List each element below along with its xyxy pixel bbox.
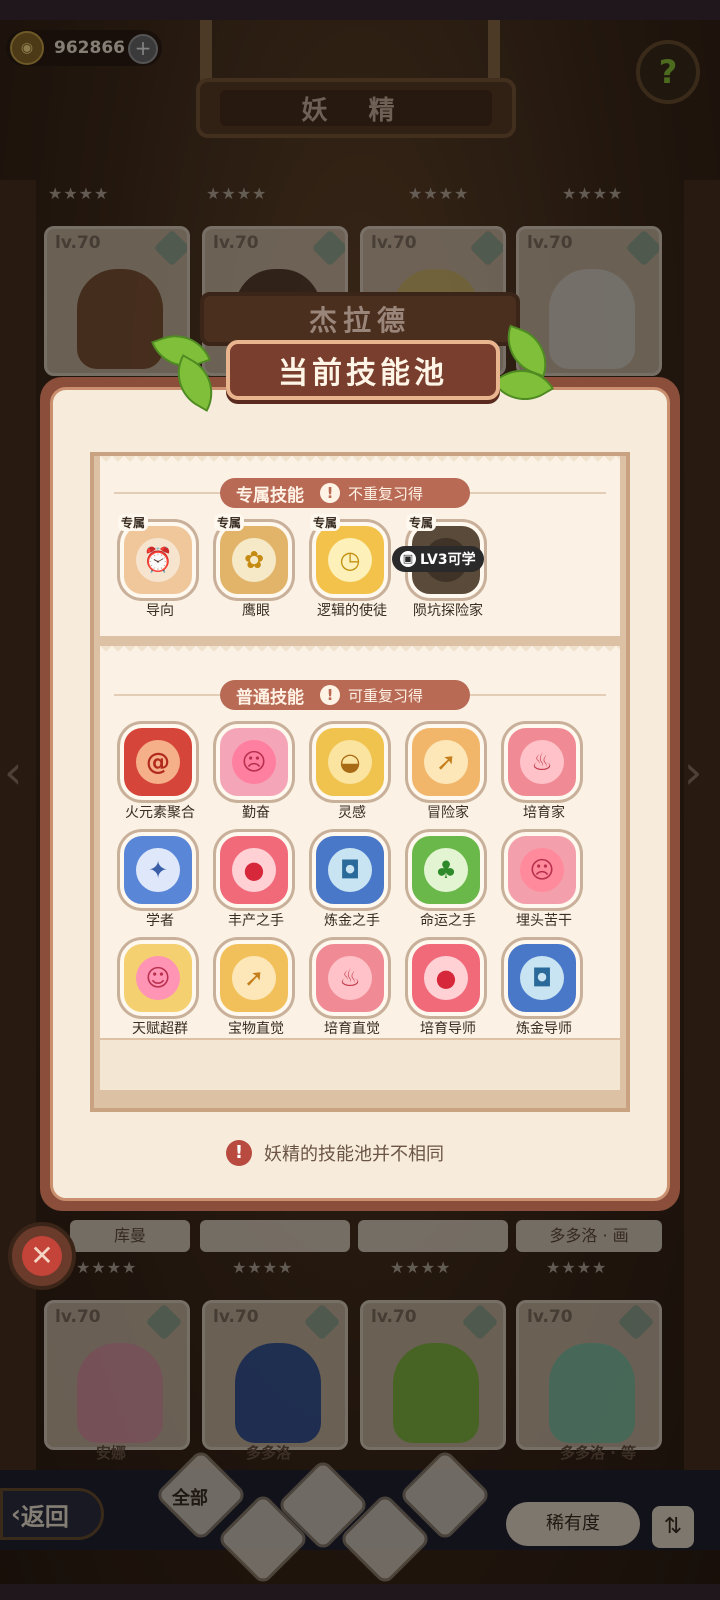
normal-skill[interactable]: ● 丰产之手 [214,830,298,929]
skill-tile: ◒ [312,724,388,800]
lock-badge: ▣ LV3可学 [392,546,484,572]
grumpy-face-icon: ☹ [520,848,564,892]
alarm-clock-icon: ⏰ [136,538,180,582]
normal-skill[interactable]: ✦ 学者 [118,830,202,929]
lock-icon: ▣ [400,551,416,567]
normal-skill[interactable]: ◘ 炼金导师 [502,938,586,1037]
exclusive-tag: 专属 [118,514,149,531]
skill-tile: ◘ [504,940,580,1016]
skill-name: 陨坑探险家 [413,603,483,619]
exclusive-tag: 专属 [310,514,341,531]
skill-tile: ● [408,940,484,1016]
empty-section-footer [100,1040,620,1090]
skill-tile: ☹ [216,724,292,800]
normal-skill[interactable]: ◘ 炼金之手 [310,830,394,929]
skill-pool-notice-text: 妖精的技能池并不相同 [264,1144,444,1165]
zigzag-border [100,646,620,658]
skill-tile: ⏰ [120,522,196,598]
normal-skill[interactable]: ☺ 天赋超群 [118,938,202,1037]
skill-tile: ☺ [120,940,196,1016]
normal-skill[interactable]: ☹ 埋头苦干 [502,830,586,929]
normal-skill[interactable]: ♣ 命运之手 [406,830,490,929]
treasure-bag-icon: ➚ [424,740,468,784]
treasure-bag-icon: ➚ [232,956,276,1000]
normal-section-header: 普通技能 ! 可重复习得 [220,680,470,710]
exclusive-tag: 专属 [406,514,437,531]
pot-icon: ◘ [520,956,564,1000]
character-name: 杰拉德 [308,304,411,337]
exclusive-skill-locked[interactable]: ◎ 专属 ▣LV3可学 陨坑探险家 [392,514,490,619]
angry-face-icon: ☹ [232,740,276,784]
skill-pool-notice: ! 妖精的技能池并不相同 [226,1140,444,1166]
unlock-requirement: LV3可学 [420,552,476,568]
normal-section-title: 普通技能 [236,687,304,708]
bee-icon: ✿ [232,538,276,582]
exclusive-skill[interactable]: ◷ 专属 逻辑的使徒 [310,514,394,619]
zigzag-border [100,456,620,468]
skill-tile: ☹ [504,832,580,908]
exclusive-section-title: 专属技能 [236,485,304,506]
cauldron-icon: ◒ [328,740,372,784]
exclusive-tag: 专属 [214,514,245,531]
skill-name: 培育家 [523,805,565,821]
skill-tile: @ [120,724,196,800]
watering-can-icon: ♨ [520,740,564,784]
warning-icon: ! [320,483,340,503]
skill-tile: ◘ [312,832,388,908]
skill-tile: ♨ [312,940,388,1016]
character-name-plate: 杰拉德 [200,292,520,346]
normal-skill[interactable]: ♨ 培育家 [502,722,586,821]
exclusive-skill[interactable]: ⏰ 专属 导向 [118,514,202,619]
skill-tile: ➚ [216,940,292,1016]
skill-name: 炼金导师 [516,1021,572,1037]
normal-skill[interactable]: ● 培育导师 [406,938,490,1037]
exclusive-section-note: 不重复习得 [348,484,424,503]
normal-skill[interactable]: ◒ 灵感 [310,722,394,821]
close-icon: ✕ [22,1236,62,1276]
skill-tile: ♣ [408,832,484,908]
normal-skill[interactable]: ➚ 宝物直觉 [214,938,298,1037]
popup-title-banner: 当前技能池 [226,340,500,400]
skill-tile: ♨ [504,724,580,800]
skill-tile: ✿ [216,522,292,598]
skill-name: 埋头苦干 [516,913,572,929]
fire-swirl-icon: @ [136,740,180,784]
normal-section-note: 可重复习得 [348,686,424,705]
shell-icon: ✦ [136,848,180,892]
normal-skill[interactable]: ☹ 勤奋 [214,722,298,821]
warning-icon: ! [320,685,340,705]
skill-tile: ◷ [312,522,388,598]
clover-icon: ♣ [424,848,468,892]
tomato-icon: ● [424,956,468,1000]
warning-icon: ! [226,1140,252,1166]
exclusive-skill[interactable]: ✿ 专属 鹰眼 [214,514,298,619]
normal-skill[interactable]: ➚ 冒险家 [406,722,490,821]
clock-icon: ◷ [328,538,372,582]
watering-can-icon: ♨ [328,956,372,1000]
close-button[interactable]: ✕ [8,1222,76,1290]
pot-icon: ◘ [328,848,372,892]
surprised-face-icon: ☺ [136,956,180,1000]
skill-tile: ✦ [120,832,196,908]
normal-skill[interactable]: ♨ 培育直觉 [310,938,394,1037]
normal-skill[interactable]: @ 火元素聚合 [118,722,202,821]
exclusive-section-header: 专属技能 ! 不重复习得 [220,478,470,508]
tomato-icon: ● [232,848,276,892]
skill-tile: ● [216,832,292,908]
skill-tile: ➚ [408,724,484,800]
popup-title: 当前技能池 [278,356,448,391]
